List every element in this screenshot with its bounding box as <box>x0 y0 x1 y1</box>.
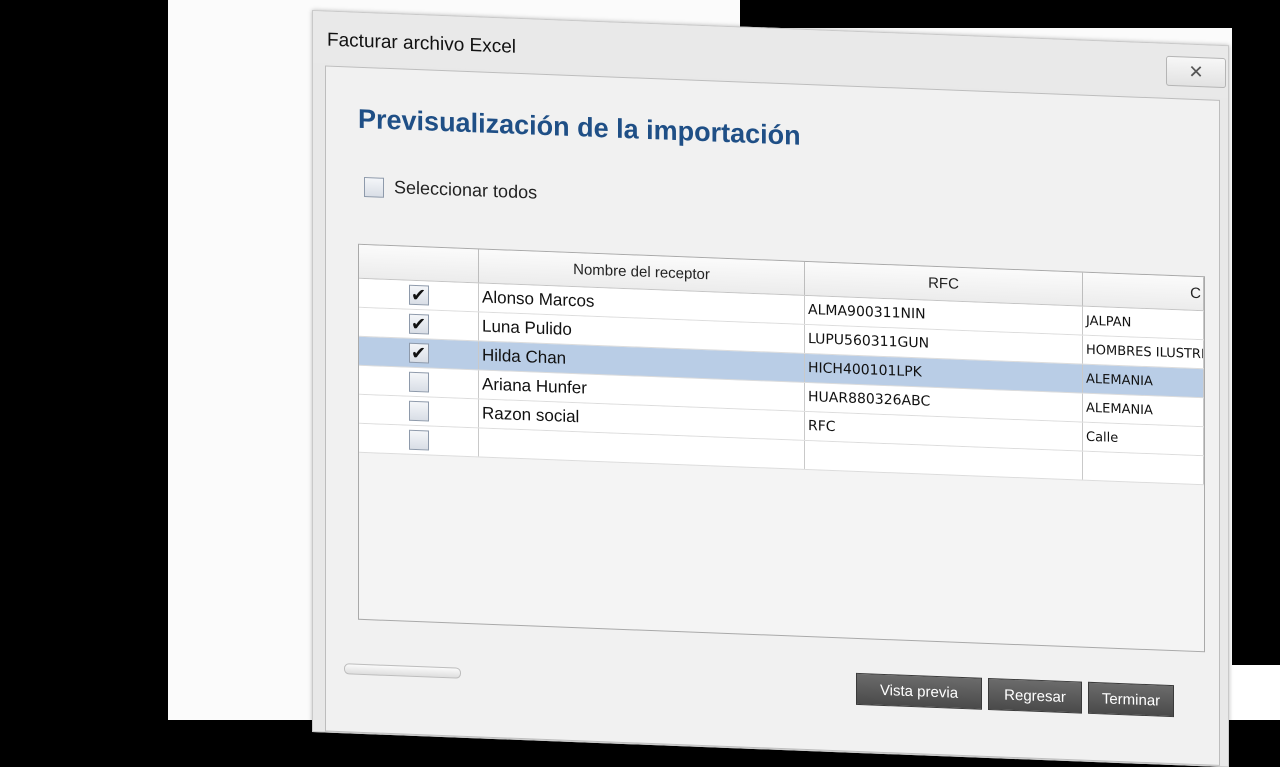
close-icon: ✕ <box>1188 61 1204 82</box>
back-button[interactable]: Regresar <box>988 677 1082 714</box>
backdrop-right-lower <box>1232 665 1280 720</box>
row-checkbox-cell <box>359 394 479 428</box>
close-button[interactable]: ✕ <box>1166 55 1226 89</box>
finish-button[interactable]: Terminar <box>1088 681 1174 718</box>
row-checkbox-cell: ✔ <box>359 278 479 312</box>
row-checkbox[interactable]: ✔ <box>408 313 429 335</box>
cell-col3[interactable]: ALEMANIA <box>1083 393 1204 427</box>
dialog-content: Previsualización de la importación Selec… <box>325 65 1220 766</box>
row-checkbox[interactable]: ✔ <box>408 342 429 364</box>
row-checkbox[interactable] <box>408 429 429 451</box>
column-header-c[interactable]: C <box>1083 272 1204 311</box>
dialog-window: Facturar archivo Excel ✕ Previsualizació… <box>312 10 1229 767</box>
row-checkbox[interactable] <box>408 400 429 422</box>
cell-col3[interactable]: Calle <box>1083 422 1204 456</box>
row-checkbox-cell: ✔ <box>359 307 479 341</box>
select-all-checkbox[interactable] <box>364 176 384 198</box>
cell-col3[interactable]: JALPAN <box>1083 306 1204 340</box>
preview-button[interactable]: Vista previa <box>856 672 982 710</box>
row-checkbox[interactable]: ✔ <box>408 284 429 306</box>
row-checkbox-cell: ✔ <box>359 336 479 370</box>
row-checkbox-cell <box>359 365 479 399</box>
table-body: ✔ Alonso Marcos ALMA900311NIN JALPAN ✔ Luna P… <box>359 278 1204 486</box>
horizontal-scrollbar[interactable] <box>344 663 461 679</box>
backdrop-right-band <box>1232 0 1280 720</box>
row-checkbox[interactable] <box>408 371 429 393</box>
column-header-check[interactable] <box>359 244 479 283</box>
import-preview-table: Nombre del receptor RFC C ✔ Alonso Marcos… <box>358 243 1205 653</box>
cell-col3[interactable]: HOMBRES ILUSTRE <box>1083 335 1204 369</box>
page-title: Previsualización de la importación <box>358 103 801 151</box>
select-all-label: Seleccionar todos <box>394 177 538 203</box>
cell-col3[interactable] <box>1083 451 1204 485</box>
check-icon: ✔ <box>410 342 427 364</box>
check-icon: ✔ <box>410 313 427 335</box>
window-title: Facturar archivo Excel <box>327 29 517 58</box>
cell-col3[interactable]: ALEMANIA <box>1083 364 1204 398</box>
backdrop-top-band <box>740 0 1280 28</box>
row-checkbox-cell <box>359 423 479 457</box>
check-icon: ✔ <box>410 284 427 306</box>
select-all-control[interactable]: Seleccionar todos <box>364 176 537 204</box>
